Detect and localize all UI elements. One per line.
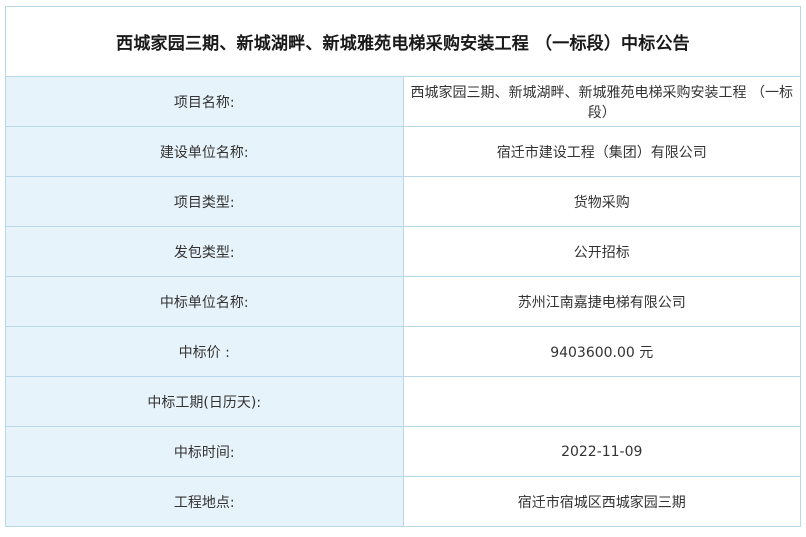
table-row: 中标单位名称: 苏州江南嘉捷电梯有限公司 — [5, 276, 801, 327]
project-location-label: 工程地点: — [5, 476, 404, 527]
owner-unit-label: 建设单位名称: — [5, 126, 404, 177]
construction-period-label: 中标工期(日历天): — [5, 376, 404, 427]
table-row: 项目名称: 西城家园三期、新城湖畔、新城雅苑电梯采购安装工程 （一标段） — [5, 76, 801, 127]
bid-award-notice-table: 西城家园三期、新城湖畔、新城雅苑电梯采购安装工程 （一标段）中标公告 项目名称:… — [5, 6, 801, 527]
table-row: 中标价 : 9403600.00 元 — [5, 326, 801, 377]
project-name-label: 项目名称: — [5, 76, 404, 127]
table-row: 中标工期(日历天): — [5, 376, 801, 427]
winning-bidder-value: 苏州江南嘉捷电梯有限公司 — [402, 276, 801, 327]
project-name-value: 西城家园三期、新城湖畔、新城雅苑电梯采购安装工程 （一标段） — [402, 76, 801, 127]
contract-type-value: 公开招标 — [402, 226, 801, 277]
title-row: 西城家园三期、新城湖畔、新城雅苑电梯采购安装工程 （一标段）中标公告 — [5, 6, 801, 77]
winning-price-label: 中标价 : — [5, 326, 404, 377]
contract-type-label: 发包类型: — [5, 226, 404, 277]
table-row: 发包类型: 公开招标 — [5, 226, 801, 277]
construction-period-value — [402, 376, 801, 427]
project-location-value: 宿迁市宿城区西城家园三期 — [402, 476, 801, 527]
table-row: 项目类型: 货物采购 — [5, 176, 801, 227]
winning-bidder-label: 中标单位名称: — [5, 276, 404, 327]
award-date-label: 中标时间: — [5, 426, 404, 477]
notice-title: 西城家园三期、新城湖畔、新城雅苑电梯采购安装工程 （一标段）中标公告 — [5, 6, 801, 77]
table-row: 中标时间: 2022-11-09 — [5, 426, 801, 477]
award-date-value: 2022-11-09 — [402, 426, 801, 477]
winning-price-value: 9403600.00 元 — [402, 326, 801, 377]
owner-unit-value: 宿迁市建设工程（集团）有限公司 — [402, 126, 801, 177]
project-type-value: 货物采购 — [402, 176, 801, 227]
table-row: 工程地点: 宿迁市宿城区西城家园三期 — [5, 476, 801, 527]
table-row: 建设单位名称: 宿迁市建设工程（集团）有限公司 — [5, 126, 801, 177]
project-type-label: 项目类型: — [5, 176, 404, 227]
